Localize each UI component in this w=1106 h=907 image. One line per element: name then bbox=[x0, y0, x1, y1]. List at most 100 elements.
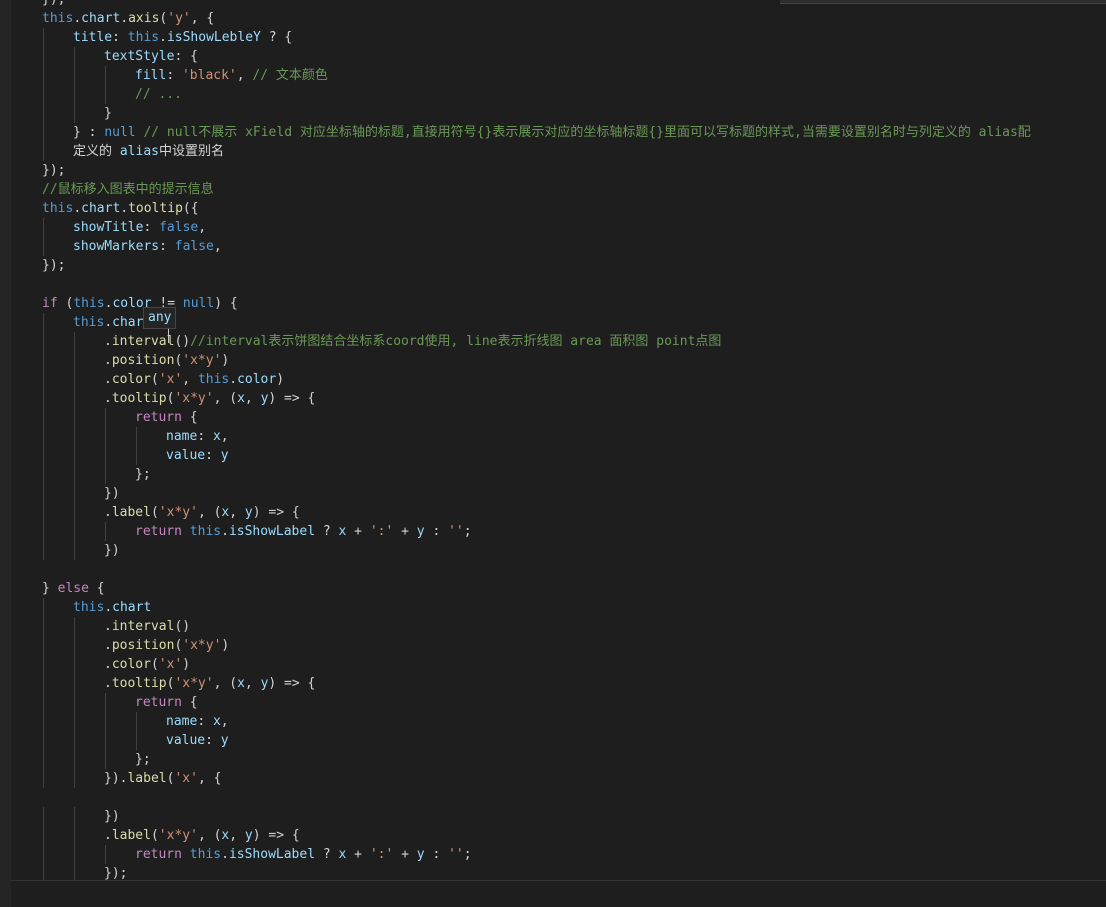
indent-guide bbox=[136, 446, 137, 465]
code-line[interactable]: this.chart.axis('y', { bbox=[42, 9, 214, 28]
code-line[interactable]: }) bbox=[104, 541, 120, 560]
editor-bottom-edge bbox=[11, 880, 1106, 907]
indent-guide bbox=[74, 731, 75, 750]
indent-guide bbox=[136, 712, 137, 731]
indent-guide bbox=[43, 826, 44, 845]
indent-guide bbox=[74, 712, 75, 731]
code-line[interactable]: } else { bbox=[42, 579, 105, 598]
indent-guide bbox=[105, 712, 106, 731]
type-hover-tooltip: any bbox=[143, 307, 177, 329]
code-line[interactable]: .interval() bbox=[104, 617, 190, 636]
indent-guide bbox=[105, 693, 106, 712]
code-line[interactable]: return { bbox=[135, 693, 198, 712]
indent-guide bbox=[74, 655, 75, 674]
indent-guide bbox=[43, 28, 44, 47]
code-line[interactable]: .interval()//interval表示饼图结合坐标系coord使用, l… bbox=[104, 332, 721, 351]
code-line[interactable]: }; bbox=[135, 465, 151, 484]
indent-guide bbox=[74, 503, 75, 522]
code-line[interactable]: }); bbox=[42, 161, 65, 180]
hover-type-label: any bbox=[148, 310, 172, 325]
code-line[interactable]: this.chart.tooltip({ bbox=[42, 199, 199, 218]
code-line[interactable]: fill: 'black', // 文本颜色 bbox=[135, 66, 328, 85]
code-line[interactable]: .color('x', this.color) bbox=[104, 370, 284, 389]
code-line[interactable]: }); bbox=[42, 0, 65, 9]
code-line[interactable]: // ... bbox=[135, 85, 182, 104]
code-line[interactable]: return { bbox=[135, 408, 198, 427]
code-line[interactable]: showMarkers: false, bbox=[73, 237, 222, 256]
code-line[interactable]: .position('x*y') bbox=[104, 636, 229, 655]
indent-guide bbox=[74, 408, 75, 427]
indent-guide bbox=[74, 427, 75, 446]
code-line[interactable]: .tooltip('x*y', (x, y) => { bbox=[104, 674, 315, 693]
code-line[interactable]: name: x, bbox=[166, 427, 229, 446]
indent-guide bbox=[43, 769, 44, 788]
code-editor[interactable]: });this.chart.axis('y', {title: this.isS… bbox=[0, 0, 1106, 907]
indent-guide bbox=[74, 674, 75, 693]
indent-guide bbox=[43, 674, 44, 693]
indent-guide bbox=[43, 503, 44, 522]
indent-guide bbox=[43, 85, 44, 104]
code-line[interactable]: textStyle: { bbox=[104, 47, 198, 66]
indent-guide bbox=[74, 522, 75, 541]
indent-guide bbox=[74, 47, 75, 66]
find-widget-edge bbox=[780, 0, 1106, 4]
code-line[interactable]: if (this.color != null) { bbox=[42, 294, 238, 313]
indent-guide bbox=[43, 636, 44, 655]
code-line[interactable]: } : null // null不展示 xField 对应坐标轴的标题,直接用符… bbox=[73, 123, 1031, 142]
code-line[interactable]: this.chart bbox=[73, 598, 151, 617]
indent-guide bbox=[105, 85, 106, 104]
text-cursor bbox=[168, 329, 169, 343]
code-line[interactable]: }); bbox=[42, 256, 65, 275]
indent-guide bbox=[74, 807, 75, 826]
indent-guide bbox=[74, 66, 75, 85]
indent-guide bbox=[74, 541, 75, 560]
code-line[interactable]: this.chart bbox=[73, 313, 151, 332]
code-line[interactable]: 定义的 alias中设置别名 bbox=[73, 142, 224, 161]
indent-guide bbox=[43, 541, 44, 560]
indent-guide bbox=[74, 693, 75, 712]
indent-guide bbox=[43, 845, 44, 864]
indent-guide bbox=[43, 807, 44, 826]
code-line[interactable]: .position('x*y') bbox=[104, 351, 229, 370]
code-line[interactable]: }).label('x', { bbox=[104, 769, 221, 788]
code-line[interactable]: .label('x*y', (x, y) => { bbox=[104, 503, 300, 522]
indent-guide bbox=[74, 617, 75, 636]
indent-guide bbox=[43, 66, 44, 85]
code-line[interactable]: }; bbox=[135, 750, 151, 769]
indent-guide bbox=[43, 446, 44, 465]
indent-guide bbox=[43, 427, 44, 446]
indent-guide bbox=[105, 427, 106, 446]
code-line[interactable]: .label('x*y', (x, y) => { bbox=[104, 826, 300, 845]
code-line[interactable]: }) bbox=[104, 807, 120, 826]
indent-guide bbox=[74, 446, 75, 465]
indent-guide bbox=[105, 522, 106, 541]
indent-guide bbox=[74, 826, 75, 845]
code-line[interactable]: name: x, bbox=[166, 712, 229, 731]
code-line[interactable]: .color('x') bbox=[104, 655, 190, 674]
code-line[interactable]: return this.isShowLabel ? x + ':' + y : … bbox=[135, 522, 472, 541]
indent-guide bbox=[74, 769, 75, 788]
indent-guide bbox=[43, 712, 44, 731]
code-line[interactable]: } bbox=[104, 104, 112, 123]
indent-guide bbox=[74, 351, 75, 370]
code-line[interactable]: value: y bbox=[166, 446, 229, 465]
indent-guide bbox=[43, 731, 44, 750]
indent-guide bbox=[74, 484, 75, 503]
code-line[interactable]: .tooltip('x*y', (x, y) => { bbox=[104, 389, 315, 408]
indent-guide bbox=[74, 370, 75, 389]
indent-guide bbox=[136, 731, 137, 750]
code-line[interactable]: }) bbox=[104, 484, 120, 503]
indent-guide bbox=[105, 845, 106, 864]
code-line[interactable]: title: this.isShowLebleY ? { bbox=[73, 28, 292, 47]
indent-guide bbox=[43, 598, 44, 617]
indent-guide bbox=[43, 351, 44, 370]
indent-guide bbox=[43, 370, 44, 389]
code-line[interactable]: showTitle: false, bbox=[73, 218, 206, 237]
code-line[interactable]: value: y bbox=[166, 731, 229, 750]
indent-guide bbox=[43, 617, 44, 636]
code-line[interactable]: //鼠标移入图表中的提示信息 bbox=[42, 180, 214, 199]
code-line[interactable]: return this.isShowLabel ? x + ':' + y : … bbox=[135, 845, 472, 864]
indent-guide bbox=[136, 427, 137, 446]
indent-guide bbox=[74, 389, 75, 408]
indent-guide bbox=[74, 750, 75, 769]
